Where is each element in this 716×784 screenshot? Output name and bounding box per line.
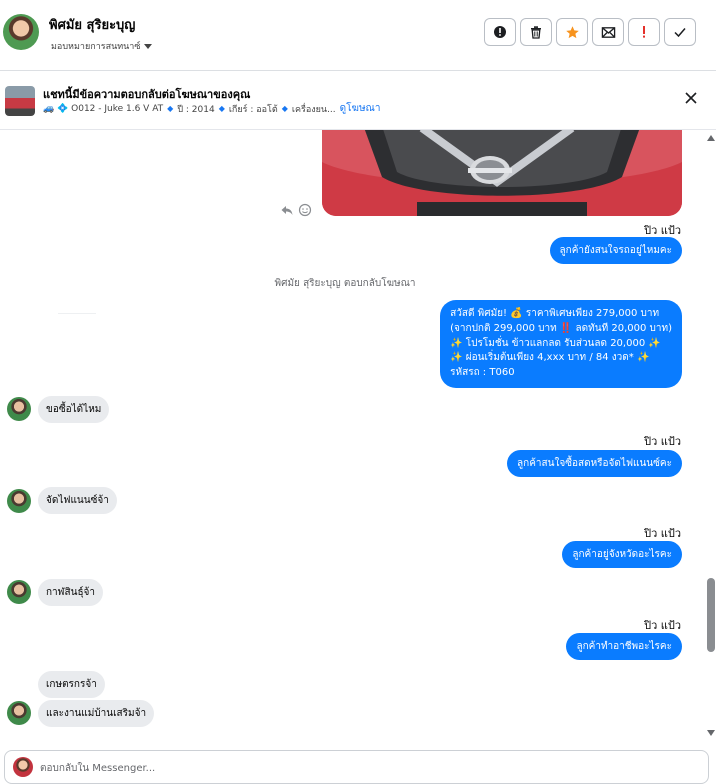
message-reaction-tools xyxy=(280,203,312,217)
close-icon[interactable] xyxy=(684,91,698,105)
promo-line: ✨ ผ่อนเริ่มต้นเพียง 4,xxx บาท / 84 งวด* … xyxy=(450,352,650,364)
promo-line: รหัสรถ : T060 xyxy=(450,367,515,379)
promo-line: (จากปกติ 299,000 บาท ‼️ ลดทันที 20,000 บ… xyxy=(450,322,672,334)
outgoing-message[interactable]: ลูกค้ายังสนใจรถอยู่ไหมคะ xyxy=(549,237,682,264)
conversation-header: พิศมัย สุริยะบุญ มอบหมายการสนทนาซ์ xyxy=(0,0,716,71)
system-notice: พิศมัย สุริยะบุญ ตอบกลับโฆษณา xyxy=(274,278,416,289)
incoming-message[interactable]: ขอซื้อได้ไหม xyxy=(38,396,110,423)
mark-important-button[interactable] xyxy=(628,18,660,46)
outgoing-message[interactable]: ลูกค้าอยู่จังหวัดอะไรคะ xyxy=(562,541,682,568)
emoji-icon[interactable] xyxy=(298,203,312,217)
contact-avatar-small[interactable] xyxy=(7,489,31,513)
incoming-message[interactable]: จัดไฟแนนซ์จ้า xyxy=(38,487,117,514)
scrollbar-thumb[interactable] xyxy=(707,578,715,652)
reply-placeholder: ตอบกลับใน Messenger... xyxy=(40,763,156,774)
sender-name: ปิว แป้ว xyxy=(644,527,681,540)
mark-unread-icon xyxy=(601,26,615,38)
promo-line: สวัสดี พิศมัย! 💰 ราคาพิเศษเพียง 279,000 … xyxy=(450,308,660,319)
assign-conversation-dropdown[interactable]: มอบหมายการสนทนาซ์ xyxy=(51,39,153,53)
reply-icon[interactable] xyxy=(280,203,294,217)
contact-avatar-small[interactable] xyxy=(7,701,31,725)
mark-done-button[interactable] xyxy=(664,18,696,46)
star-button[interactable] xyxy=(556,18,588,46)
caret-down-icon xyxy=(144,43,153,49)
reply-composer: ตอบกลับใน Messenger... xyxy=(0,742,716,784)
alert-circle-icon xyxy=(494,26,506,38)
car-photo-attachment[interactable] xyxy=(322,130,682,216)
sender-name: ปิว แป้ว xyxy=(644,619,681,632)
page-avatar xyxy=(13,757,33,777)
promo-line: ✨ โปรโมชั่น ข้าวแลกลด รับส่วนลด 20,000 ✨ xyxy=(450,337,661,349)
diamond-separator-icon: ◆ xyxy=(281,104,288,113)
spam-button[interactable] xyxy=(484,18,516,46)
thread-scrollbar[interactable] xyxy=(706,130,716,742)
contact-name[interactable]: พิศมัย สุริยะบุญ xyxy=(49,14,135,35)
contact-avatar-small[interactable] xyxy=(7,397,31,421)
nissan-car-image xyxy=(322,130,682,216)
incoming-message[interactable]: และงานแม่บ้านเสริมจ้า xyxy=(38,700,155,727)
ad-thumbnail xyxy=(5,86,35,116)
trash-icon xyxy=(531,26,541,39)
mark-unread-button[interactable] xyxy=(592,18,624,46)
star-icon xyxy=(565,25,579,38)
exclamation-icon xyxy=(643,26,645,38)
message-thread[interactable]: ปิว แป้ว ลูกค้ายังสนใจรถอยู่ไหมคะ พิศมัย… xyxy=(0,130,706,742)
delete-button[interactable] xyxy=(520,18,552,46)
diamond-separator-icon: ◆ xyxy=(167,104,174,113)
outgoing-promo-message[interactable]: สวัสดี พิศมัย! 💰 ราคาพิเศษเพียง 279,000 … xyxy=(440,300,682,388)
outgoing-message[interactable]: ลูกค้าทำอาชีพอะไรคะ xyxy=(566,633,682,660)
ad-code: 🚙 💠 O012 - Juke 1.6 V AT xyxy=(43,103,164,114)
assign-label: มอบหมายการสนทนาซ์ xyxy=(51,42,141,52)
diamond-separator-icon: ◆ xyxy=(218,104,225,113)
contact-avatar[interactable] xyxy=(3,14,39,50)
ad-year: ปี : 2014 xyxy=(177,104,215,115)
header-actions xyxy=(484,18,696,46)
outgoing-message[interactable]: ลูกค้าสนใจซื้อสดหรือจัดไฟแนนซ์คะ xyxy=(507,450,682,477)
incoming-message[interactable]: เกษตรกรจ้า xyxy=(38,671,105,698)
ad-gear: เกียร์ : ออโต้ xyxy=(228,104,278,115)
contact-avatar-small[interactable] xyxy=(7,580,31,604)
sender-name: ปิว แป้ว xyxy=(644,435,681,448)
divider xyxy=(58,313,96,314)
ad-reply-banner: แชทนี้มีข้อความตอบกลับต่อโฆษณาของคุณ 🚙 💠… xyxy=(0,71,716,130)
incoming-message[interactable]: กาฬสินธุ์จ้า xyxy=(38,579,104,606)
scroll-up-arrow-icon[interactable] xyxy=(707,135,715,141)
check-icon xyxy=(674,28,686,38)
reply-input[interactable]: ตอบกลับใน Messenger... xyxy=(4,750,709,784)
scroll-down-arrow-icon[interactable] xyxy=(707,730,715,736)
ad-details: 🚙 💠 O012 - Juke 1.6 V AT ◆ ปี : 2014 ◆ เ… xyxy=(43,101,380,116)
view-ad-link[interactable]: ดูโฆษณา xyxy=(340,101,381,116)
ad-engine: เครื่องยน... xyxy=(291,104,336,115)
